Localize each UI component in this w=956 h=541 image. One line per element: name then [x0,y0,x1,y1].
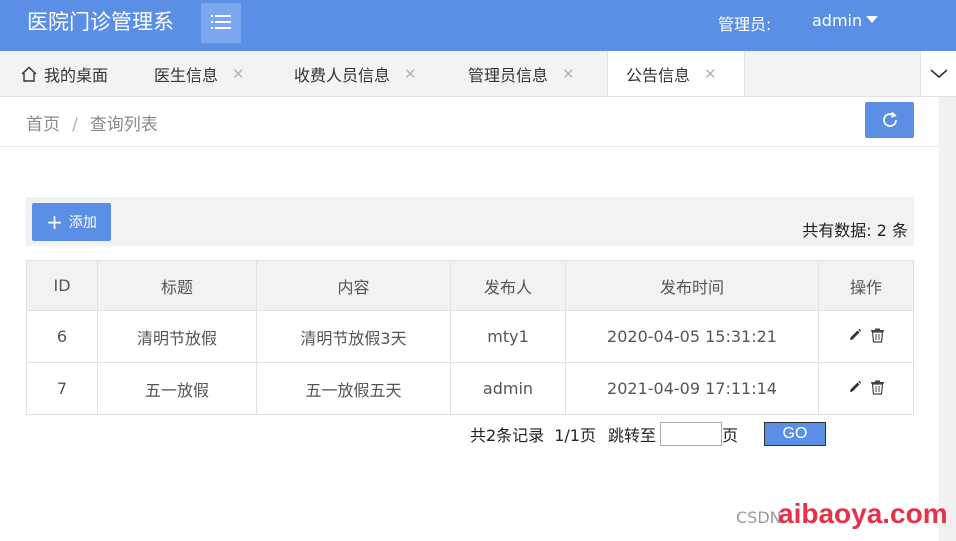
cell-content: 五一放假五天 [256,362,451,415]
tab-my-desktop[interactable]: 我的桌面 [20,51,108,96]
home-icon [20,65,38,83]
vertical-scrollbar[interactable] [939,97,956,541]
tab-label: 管理员信息 [468,65,549,85]
menu-toggle-button[interactable] [201,3,241,43]
trash-icon[interactable] [870,328,885,343]
cell-time: 2020-04-05 15:31:21 [565,310,819,363]
total-count: 共有数据: 2 条 [802,221,908,240]
cell-publisher: admin [450,362,566,415]
app-title: 医院门诊管理系 [27,10,174,34]
close-icon[interactable]: ✕ [562,65,575,83]
cell-title: 五一放假 [97,362,257,415]
table-row: 7 五一放假 五一放假五天 admin 2021-04-09 17:11:14 [26,362,914,415]
column-header-id: ID [26,260,98,311]
pager-page-unit: 页 [721,426,738,445]
column-header-title: 标题 [97,260,257,311]
add-button[interactable]: + 添加 [32,203,111,241]
tab-label: 收费人员信息 [294,65,391,85]
close-icon[interactable]: ✕ [232,65,245,83]
breadcrumb: 首页 / 查询列表 [26,110,158,135]
edit-icon[interactable] [848,380,862,394]
tab-label: 公告信息 [626,65,691,85]
column-header-publisher: 发布人 [450,260,566,311]
tab-admin-info[interactable]: 管理员信息 ✕ [468,51,575,96]
admin-role-label: 管理员: [718,15,772,34]
cell-title: 清明节放假 [97,310,257,363]
cell-actions [818,362,914,415]
breadcrumb-home[interactable]: 首页 [26,115,60,135]
tabs-more-button[interactable] [920,51,956,96]
pager-records: 共2条记录 [470,426,545,445]
cell-time: 2021-04-09 17:11:14 [565,362,819,415]
announcement-table: ID 标题 内容 发布人 发布时间 操作 6 清明节放假 清明节放假3天 mty… [26,260,914,415]
table-toolbar: + 添加 共有数据: 2 条 [26,197,914,246]
column-header-content: 内容 [256,260,451,311]
table-header-row: ID 标题 内容 发布人 发布时间 操作 [26,260,914,311]
column-header-actions: 操作 [818,260,914,311]
add-button-label: 添加 [68,215,97,231]
table-row: 6 清明节放假 清明节放假3天 mty1 2020-04-05 15:31:21 [26,310,914,363]
tab-cashier-info[interactable]: 收费人员信息 ✕ [294,51,417,96]
chevron-down-icon [930,64,948,83]
close-icon[interactable]: ✕ [704,65,717,83]
close-icon[interactable]: ✕ [404,65,417,83]
cell-content: 清明节放假3天 [256,310,451,363]
tab-label: 医生信息 [154,65,219,85]
tab-bar: 我的桌面 医生信息 ✕ 收费人员信息 ✕ 管理员信息 ✕ 公告信息 ✕ [0,51,956,97]
tab-announcement-info[interactable]: 公告信息 ✕ [607,51,745,96]
cell-id: 6 [26,310,98,363]
breadcrumb-current: 查询列表 [89,115,158,135]
plus-icon: + [46,210,63,234]
column-header-time: 发布时间 [565,260,819,311]
watermark-logo: aibaoya.com [778,498,948,529]
pagination: 共2条记录 1/1页 跳转至 页 GO [470,422,826,446]
admin-user-menu[interactable]: admin [812,11,862,30]
pager-pages: 1/1页 [554,426,596,445]
watermark-text: CSDN [736,508,782,527]
refresh-icon [880,110,900,130]
content-divider [0,146,939,147]
caret-down-icon[interactable] [866,16,878,23]
cell-actions [818,310,914,363]
pager-jump-label: 跳转至 [607,426,656,445]
list-icon [211,14,231,33]
tab-label: 我的桌面 [44,65,109,85]
trash-icon[interactable] [870,380,885,395]
top-header: 医院门诊管理系 管理员: admin [0,0,956,51]
page-jump-input[interactable] [659,422,722,446]
refresh-button[interactable] [865,102,914,138]
cell-id: 7 [26,362,98,415]
breadcrumb-separator: / [72,115,78,135]
edit-icon[interactable] [848,328,862,342]
cell-publisher: mty1 [450,310,566,363]
go-button[interactable]: GO [763,422,826,446]
tab-doctor-info[interactable]: 医生信息 ✕ [154,51,245,96]
